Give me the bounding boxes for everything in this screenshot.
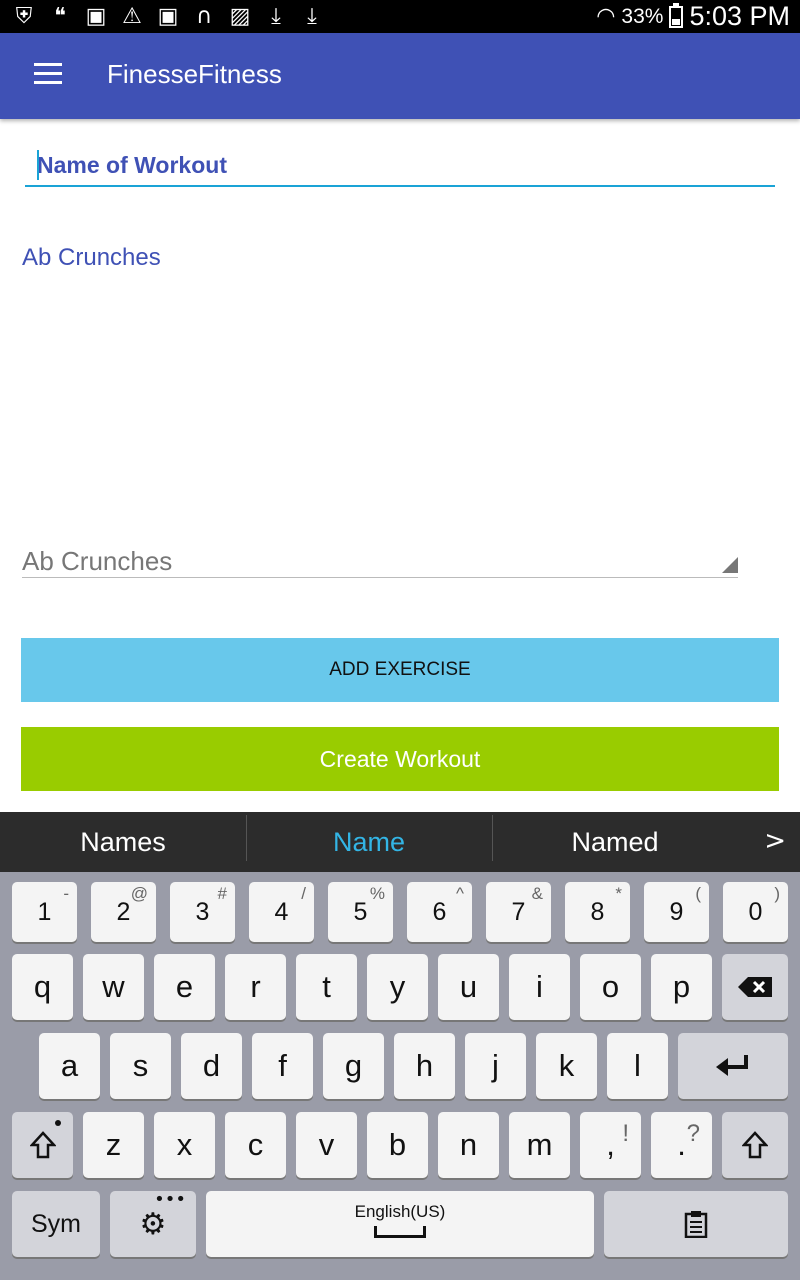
- app-bar: FinesseFitness: [0, 33, 800, 119]
- download-icon: ⤓: [271, 4, 281, 29]
- space-key[interactable]: English(US): [206, 1191, 594, 1257]
- clipboard-key[interactable]: [604, 1191, 788, 1257]
- key-f[interactable]: f: [252, 1033, 313, 1099]
- key-9[interactable]: 9(: [644, 882, 709, 942]
- more-icon: •••: [154, 1189, 186, 1210]
- spinner-value: Ab Crunches: [22, 546, 173, 576]
- key-d[interactable]: d: [181, 1033, 242, 1099]
- key-m[interactable]: m: [509, 1112, 570, 1178]
- exercise-spinner[interactable]: Ab Crunches: [22, 546, 738, 578]
- key-l[interactable]: l: [607, 1033, 668, 1099]
- key-h[interactable]: h: [394, 1033, 455, 1099]
- suggestion-item[interactable]: Name: [246, 814, 492, 861]
- key-r[interactable]: r: [225, 954, 286, 1020]
- headphones-icon: ∩: [195, 4, 213, 29]
- key-period[interactable]: .?: [651, 1112, 712, 1178]
- hangouts-icon: ❝: [54, 4, 66, 29]
- settings-key[interactable]: ⚙ •••: [110, 1189, 196, 1257]
- wifi-icon: ◠: [596, 4, 616, 29]
- key-n[interactable]: n: [438, 1112, 499, 1178]
- key-comma[interactable]: ,!: [580, 1112, 641, 1178]
- clipboard-icon: [684, 1211, 708, 1238]
- key-u[interactable]: u: [438, 954, 499, 1020]
- shift-icon: [742, 1131, 768, 1159]
- key-v[interactable]: v: [296, 1112, 357, 1178]
- battery-percent: 33%: [621, 4, 664, 28]
- key-6[interactable]: 6 ^: [407, 882, 472, 942]
- workout-name-input[interactable]: [25, 145, 775, 187]
- text-cursor: [37, 150, 39, 180]
- battery-icon: [669, 2, 684, 28]
- key-p[interactable]: p: [651, 954, 712, 1020]
- app-title: FinesseFitness: [107, 59, 282, 89]
- key-g[interactable]: g: [323, 1033, 384, 1099]
- sym-key[interactable]: Sym: [12, 1191, 100, 1257]
- more-suggestions-icon[interactable]: >: [764, 826, 786, 856]
- key-4[interactable]: 4/: [249, 882, 314, 942]
- backspace-key[interactable]: [722, 954, 788, 1020]
- gallery-icon: ▨: [229, 4, 251, 29]
- add-exercise-button[interactable]: ADD EXERCISE: [21, 638, 779, 702]
- warning-icon: ⚠: [122, 4, 142, 29]
- galaxy-icon: ▣: [157, 4, 179, 29]
- menu-icon[interactable]: [34, 63, 64, 85]
- status-bar: ⛨ ❝ ▣ ⚠ ▣ ∩ ▨ ⤓ ⤓ ◠ 33% 5:03 PM: [0, 0, 800, 33]
- backspace-icon: [738, 977, 772, 997]
- key-y[interactable]: y: [367, 954, 428, 1020]
- dropdown-arrow-icon: [722, 557, 738, 573]
- gear-icon: ⚙: [139, 1206, 167, 1242]
- key-i[interactable]: i: [509, 954, 570, 1020]
- clock: 5:03 PM: [689, 1, 790, 31]
- key-b[interactable]: b: [367, 1112, 428, 1178]
- key-0[interactable]: 0): [723, 882, 788, 942]
- suggestion-bar: Names Name Named >: [0, 812, 800, 872]
- key-t[interactable]: t: [296, 954, 357, 1020]
- suggestion-item[interactable]: Names: [0, 827, 246, 858]
- shift-indicator: [55, 1120, 61, 1126]
- galaxy-icon: ▣: [85, 4, 107, 29]
- key-s[interactable]: s: [110, 1033, 171, 1099]
- key-q[interactable]: q: [12, 954, 73, 1020]
- key-3[interactable]: 3 #: [170, 882, 235, 942]
- key-z[interactable]: z: [83, 1112, 144, 1178]
- space-icon: [374, 1226, 426, 1238]
- key-7[interactable]: 7 &: [486, 882, 551, 942]
- shift-key-left[interactable]: [12, 1112, 73, 1178]
- key-a[interactable]: a: [39, 1033, 100, 1099]
- key-c[interactable]: c: [225, 1112, 286, 1178]
- key-o[interactable]: o: [580, 954, 641, 1020]
- key-x[interactable]: x: [154, 1112, 215, 1178]
- shift-key-right[interactable]: [722, 1112, 788, 1178]
- key-5[interactable]: 5%: [328, 882, 393, 942]
- key-j[interactable]: j: [465, 1033, 526, 1099]
- key-k[interactable]: k: [536, 1033, 597, 1099]
- download-icon: ⤓: [307, 4, 317, 29]
- key-w[interactable]: w: [83, 954, 144, 1020]
- key-e[interactable]: e: [154, 954, 215, 1020]
- keyboard: 1- 2 @ 3 # 4/ 5% 6 ^ 7 & 8 * 9( 0) q w e r t …: [0, 872, 800, 1280]
- keyboard-language: English(US): [354, 1202, 446, 1221]
- enter-key[interactable]: [678, 1033, 788, 1099]
- notification-icons: ⛨ ❝ ▣ ⚠ ▣ ∩ ▨ ⤓ ⤓: [10, 2, 326, 31]
- shift-icon: [29, 1131, 56, 1159]
- exercise-list-item[interactable]: Ab Crunches: [22, 244, 161, 272]
- create-workout-button[interactable]: Create Workout: [21, 727, 779, 791]
- key-2[interactable]: 2 @: [91, 882, 156, 942]
- enter-icon: [716, 1055, 748, 1076]
- key-1[interactable]: 1-: [12, 882, 77, 942]
- suggestion-item[interactable]: Named: [492, 814, 738, 861]
- shield-icon: ⛨: [15, 4, 33, 29]
- key-8[interactable]: 8 *: [565, 882, 630, 942]
